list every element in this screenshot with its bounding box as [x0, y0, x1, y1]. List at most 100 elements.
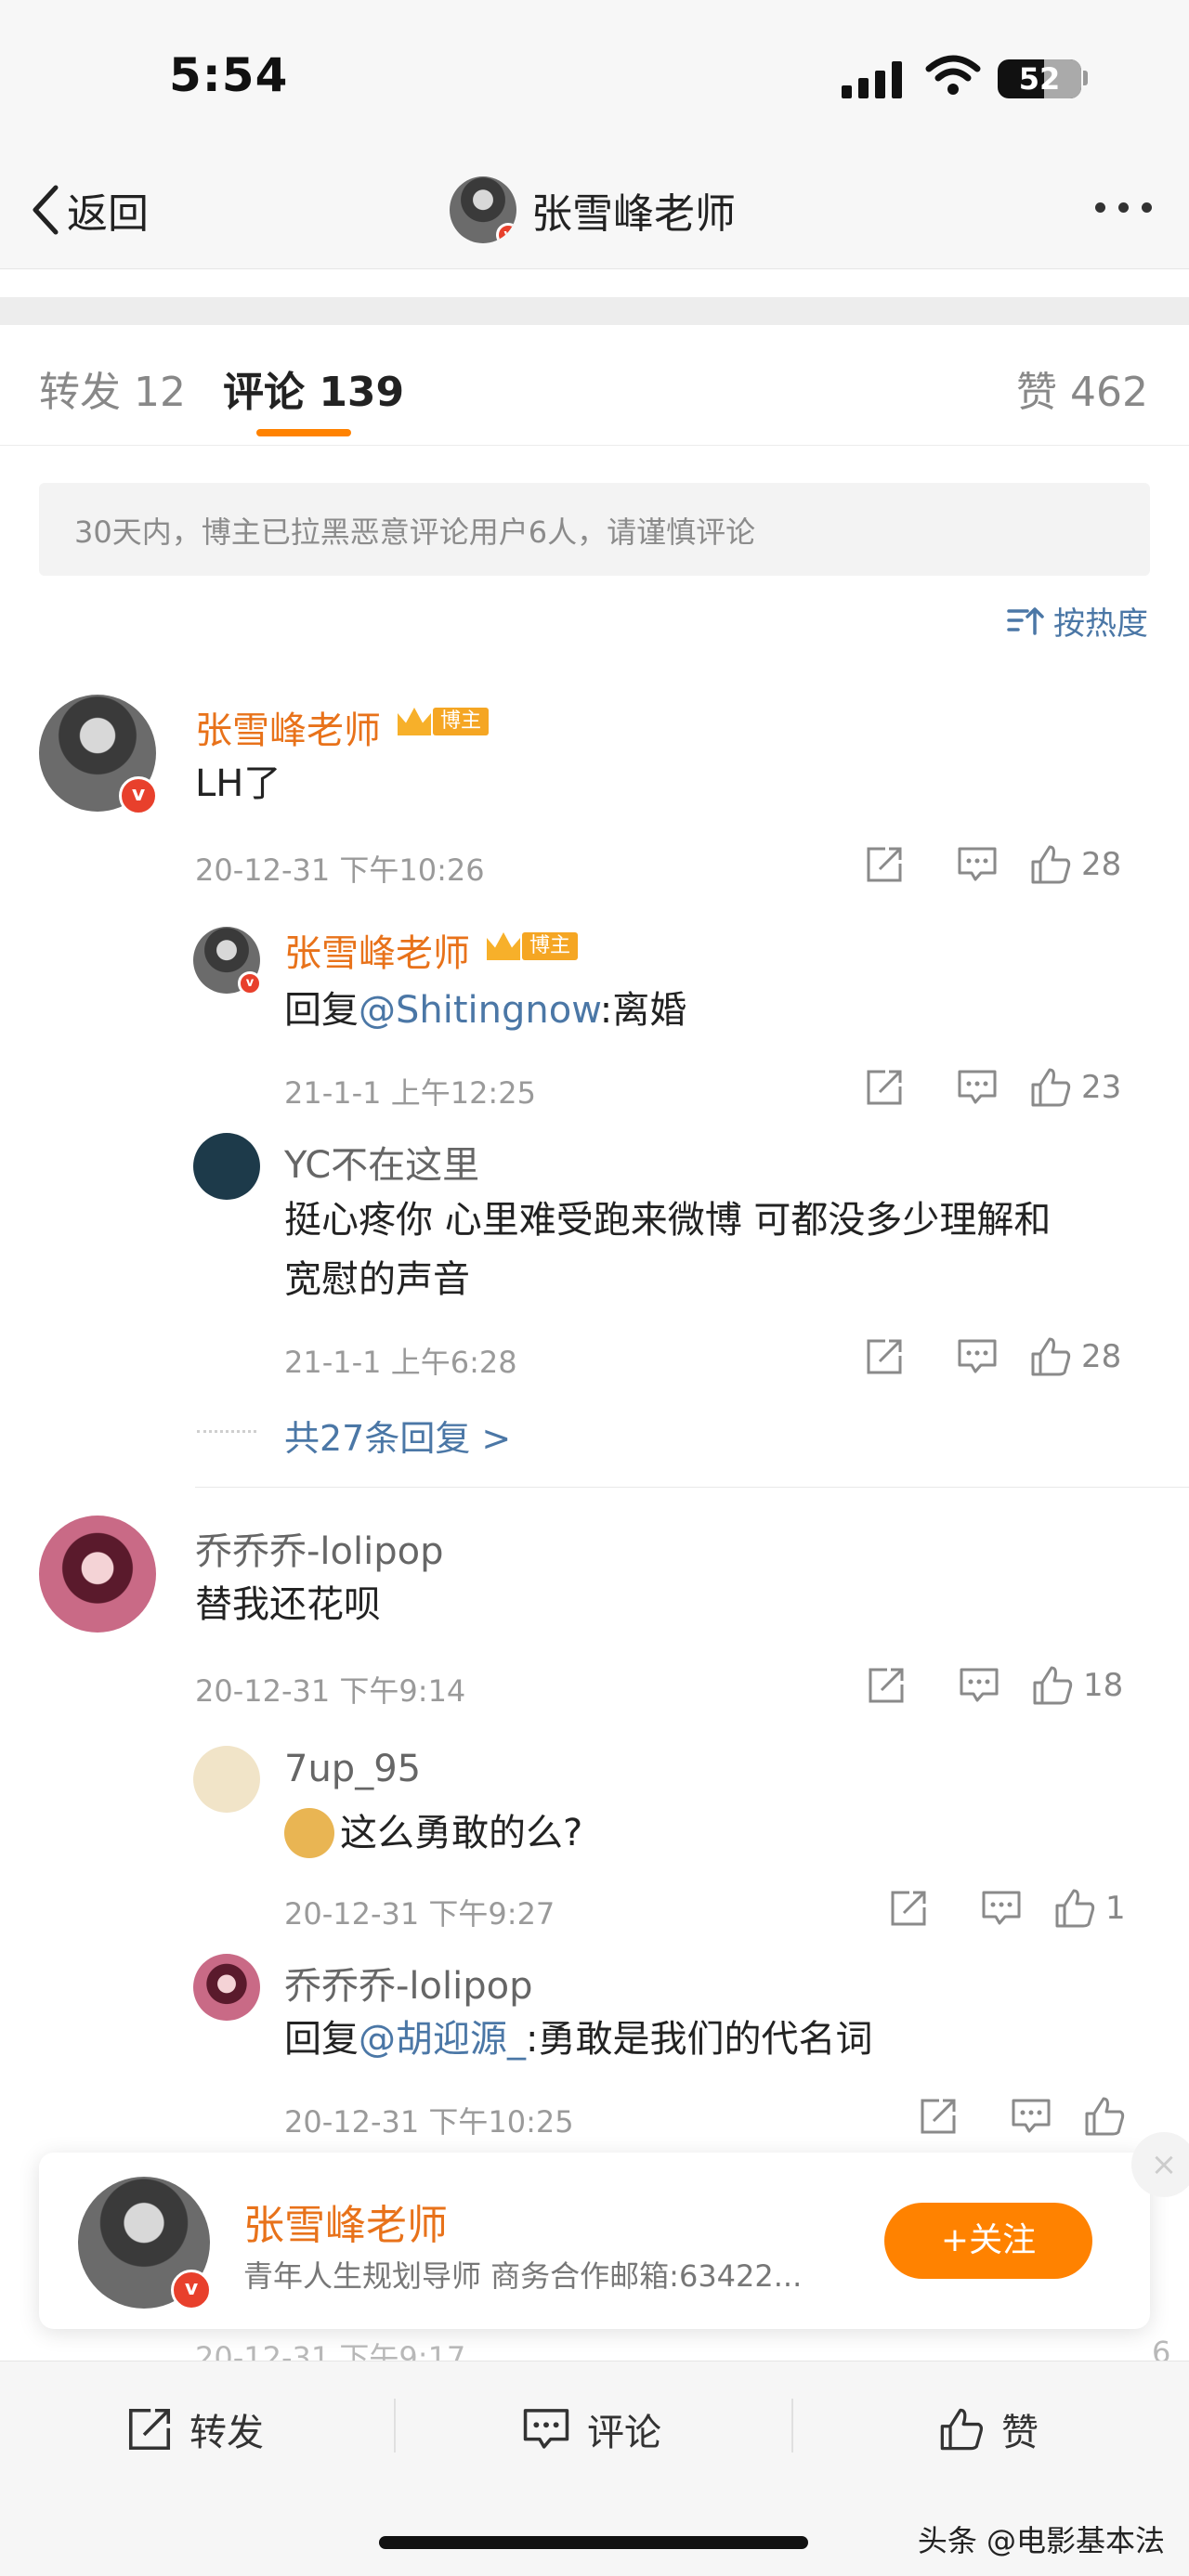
nav-profile-title[interactable]: v 张雪峰老师 — [450, 175, 736, 245]
thumbs-up-icon — [1031, 1337, 1071, 1376]
doge-emoji-icon — [284, 1808, 334, 1858]
comment-button[interactable]: 评论 — [522, 2402, 661, 2456]
battery-icon: 52 — [998, 59, 1081, 98]
like-count: 6 — [1152, 2338, 1171, 2361]
like-count: 1 — [1105, 1890, 1126, 1927]
comment-username[interactable]: 张雪峰老师 — [195, 700, 381, 754]
comment-actions: 28 — [838, 841, 1121, 888]
active-tab-indicator — [256, 429, 351, 436]
thumbs-up-icon — [1033, 1666, 1073, 1705]
share-icon[interactable] — [862, 1885, 955, 1932]
mention-link[interactable]: @Shitingnow — [359, 989, 600, 1032]
blogger-badge: 博主 — [398, 708, 490, 735]
wifi-icon — [925, 55, 981, 95]
comment-time: 20-12-31 下午10:26 — [195, 852, 485, 888]
notice-banner: 30天内，博主已拉黑恶意评论用户6人，请谨慎评论 — [39, 483, 1150, 576]
repost-button[interactable]: 转发 — [126, 2402, 264, 2456]
verified-badge-icon: v — [171, 2270, 212, 2310]
like-button[interactable]: 28 — [1029, 1335, 1121, 1378]
thumbs-up-icon — [1085, 2097, 1125, 2136]
avatar[interactable]: v — [193, 927, 262, 995]
avatar[interactable] — [39, 1516, 156, 1633]
reply-username[interactable]: YC不在这里 — [284, 1135, 479, 1189]
reply-icon[interactable] — [955, 1885, 1048, 1932]
follow-card-bio: 青年人生规划导师 商务合作邮箱:63422... — [243, 2258, 803, 2294]
reply-text: 回复@Shitingnow:离婚 — [284, 989, 687, 1032]
dotted-leader — [197, 1430, 256, 1433]
comment-icon — [523, 2409, 569, 2449]
section-divider — [0, 297, 1189, 325]
avatar[interactable] — [193, 1746, 260, 1813]
mention-link[interactable]: @胡迎源_ — [359, 2018, 526, 2061]
separator — [394, 2399, 396, 2452]
comment-time: 20-12-31 下午9:17 — [195, 2340, 466, 2361]
reply-actions: 23 — [838, 1064, 1121, 1111]
comment-divider — [195, 1487, 1189, 1488]
follow-card[interactable]: v 张雪峰老师 青年人生规划导师 商务合作邮箱:63422... +关注 × — [39, 2132, 1189, 2329]
reply-username[interactable]: 张雪峰老师 — [284, 923, 470, 977]
reply-actions: 1 — [862, 1885, 1126, 1932]
tab-bar: 转发 12 评论 139 赞 462 — [0, 325, 1189, 446]
share-icon[interactable] — [840, 1662, 933, 1709]
reply-actions — [892, 2093, 1126, 2140]
crown-icon — [487, 932, 520, 960]
comment-text: LH了 — [195, 762, 281, 805]
chevron-left-icon — [33, 185, 59, 235]
reply-icon[interactable] — [985, 2093, 1078, 2140]
share-icon[interactable] — [838, 1064, 931, 1111]
thumbs-up-icon — [940, 2408, 983, 2451]
reply-username[interactable]: 乔乔乔-lolipop — [284, 1956, 533, 2010]
page-title: 张雪峰老师 — [531, 190, 736, 238]
home-indicator[interactable] — [379, 2536, 808, 2549]
avatar[interactable]: v — [78, 2177, 212, 2310]
bottom-action-bar: 转发 评论 赞 头条 @电影基本法 — [0, 2361, 1189, 2576]
battery-tip — [1083, 71, 1088, 85]
reply-icon[interactable] — [931, 1064, 1024, 1111]
share-icon[interactable] — [838, 841, 931, 888]
comment-username[interactable]: 乔乔乔-lolipop — [195, 1521, 444, 1575]
avatar[interactable]: v — [39, 695, 158, 815]
sort-icon — [1007, 606, 1044, 635]
comment-time: 20-12-31 下午9:14 — [195, 1673, 466, 1709]
tab-repost[interactable]: 转发 12 — [39, 358, 186, 418]
tab-likes[interactable]: 赞 462 — [1016, 358, 1148, 418]
like-button[interactable]: 28 — [1029, 843, 1121, 886]
cellular-signal-icon — [842, 61, 903, 98]
comment-text: 替我还花呗 — [195, 1583, 381, 1626]
like-button[interactable] — [1083, 2095, 1126, 2138]
separator — [791, 2399, 793, 2452]
reply-time: 21-1-1 上午6:28 — [284, 1345, 517, 1380]
more-options-icon[interactable] — [1095, 202, 1152, 213]
like-post-button[interactable]: 赞 — [938, 2402, 1039, 2456]
follow-button[interactable]: +关注 — [884, 2203, 1092, 2279]
reply-icon[interactable] — [931, 841, 1024, 888]
reply-time: 20-12-31 下午10:25 — [284, 2104, 574, 2140]
reply-icon[interactable] — [931, 1334, 1024, 1380]
reply-icon[interactable] — [933, 1662, 1026, 1709]
sort-toggle[interactable]: 按热度 — [1007, 598, 1148, 644]
like-count: 28 — [1081, 846, 1122, 883]
more-replies-link[interactable]: 共27条回复 > — [284, 1410, 511, 1461]
like-button[interactable]: 23 — [1029, 1066, 1121, 1109]
blogger-tag: 博主 — [522, 932, 579, 960]
avatar[interactable] — [193, 1954, 260, 2021]
verified-badge-icon: v — [238, 971, 262, 995]
blogger-badge: 博主 — [487, 932, 579, 960]
share-icon[interactable] — [892, 2093, 985, 2140]
reply-username[interactable]: 7up_95 — [284, 1748, 421, 1790]
like-button[interactable]: 18 — [1031, 1664, 1123, 1707]
like-button[interactable]: 1 — [1053, 1887, 1126, 1930]
back-button[interactable]: 返回 — [32, 182, 149, 238]
thumbs-up-icon — [1055, 1889, 1095, 1928]
like-count: 23 — [1081, 1069, 1122, 1106]
reply-time: 20-12-31 下午9:27 — [284, 1896, 555, 1932]
notice-text: 30天内，博主已拉黑恶意评论用户6人，请谨慎评论 — [74, 514, 756, 550]
repost-label: 转发 — [189, 2412, 264, 2454]
avatar: v — [450, 176, 516, 243]
close-icon[interactable]: × — [1131, 2132, 1189, 2197]
share-icon[interactable] — [838, 1334, 931, 1380]
avatar[interactable] — [193, 1133, 260, 1200]
battery-level: 52 — [1018, 61, 1061, 97]
tab-comments[interactable]: 评论 139 — [223, 358, 404, 418]
reply-text: 这么勇敢的么? — [284, 1803, 582, 1863]
